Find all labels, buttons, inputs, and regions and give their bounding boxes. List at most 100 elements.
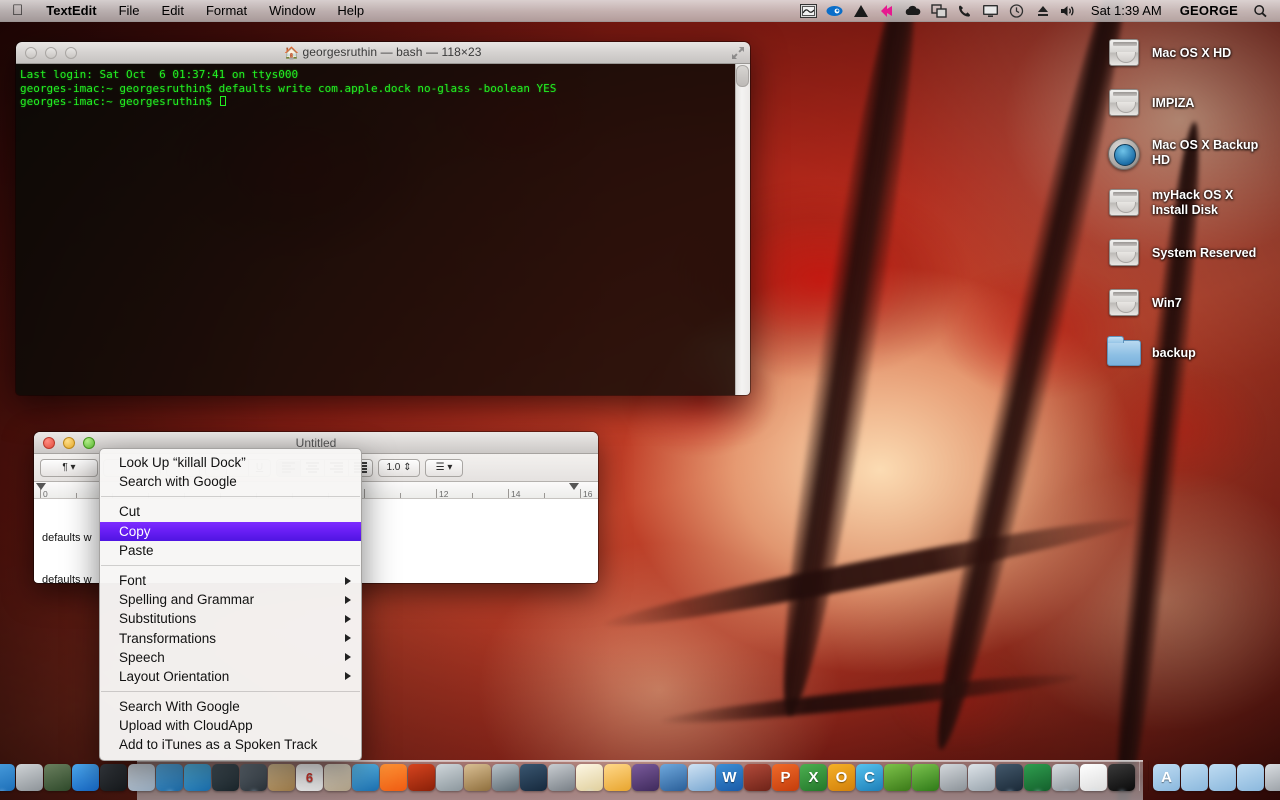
minimize-button[interactable] [45, 46, 57, 59]
menu-item-font[interactable]: Font [100, 571, 361, 590]
dock-item-calendar[interactable]: 6 [296, 764, 323, 791]
dock-item-downloads-folder[interactable] [1237, 764, 1264, 791]
terminal-window-controls[interactable] [16, 46, 77, 59]
menu-item-paste[interactable]: Paste [100, 541, 361, 560]
right-indent-marker[interactable] [569, 483, 579, 490]
dock-item-garageband[interactable] [464, 764, 491, 791]
dock-item-applications-folder[interactable]: A [1153, 764, 1180, 791]
terminal-scrollbar[interactable] [735, 64, 750, 395]
cloudapp-icon[interactable] [875, 0, 899, 22]
dock-item-textedit[interactable] [576, 764, 603, 791]
menu-window[interactable]: Window [258, 0, 326, 22]
dock-item-xtorrent[interactable] [940, 764, 967, 791]
dock-item-dashboard[interactable] [16, 764, 43, 791]
desktop-icon-impiza[interactable]: IMPIZA [1098, 78, 1274, 128]
dock-item-photo-booth[interactable] [212, 764, 239, 791]
dock-item-trash[interactable] [1265, 764, 1280, 791]
dock-item-text-document[interactable] [1080, 764, 1107, 791]
dock-item-preview[interactable] [128, 764, 155, 791]
menu-bar-user[interactable]: GEORGE [1172, 0, 1246, 22]
skype-phone-icon[interactable] [953, 0, 977, 22]
dropbox-icon[interactable] [823, 0, 847, 22]
menu-item-copy[interactable]: Copy [100, 521, 361, 541]
dock[interactable]: 6 W PXOC A [0, 760, 1280, 800]
desktop[interactable]: Mac OS X HD IMPIZA Mac OS X Backup HD my… [0, 0, 1280, 800]
menu-item-upload-with-cloudapp[interactable]: Upload with CloudApp [100, 716, 361, 735]
dock-item-microsoft-powerpoint[interactable]: P [772, 764, 799, 791]
dock-item-safari-compass[interactable] [100, 764, 127, 791]
dock-items[interactable]: 6 W PXOC A [0, 760, 1280, 800]
menu-item-add-to-itunes-spoken-track[interactable]: Add to iTunes as a Spoken Track [100, 735, 361, 754]
time-machine-icon[interactable] [1005, 0, 1029, 22]
dock-item-istat[interactable] [520, 764, 547, 791]
dock-item-stickies[interactable] [604, 764, 631, 791]
apple-logo-icon[interactable]:  [0, 2, 35, 20]
dock-item-microsoft-excel[interactable]: X [800, 764, 827, 791]
dock-item-utorrent[interactable] [912, 764, 939, 791]
dock-item-microsoft-entourage[interactable] [744, 764, 771, 791]
menu-item-transformations[interactable]: Transformations [100, 629, 361, 648]
menu-item-search-with-google-service[interactable]: Search With Google [100, 697, 361, 716]
dock-item-wineskin[interactable] [632, 764, 659, 791]
terminal-titlebar[interactable]: 🏠 georgesruthin — bash — 118×23 [16, 42, 750, 64]
dock-item-system-preferences[interactable] [548, 764, 575, 791]
context-menu[interactable]: Look Up “killall Dock” Search with Googl… [99, 448, 362, 761]
display-icon[interactable] [979, 0, 1003, 22]
dock-item-iphoto[interactable] [324, 764, 351, 791]
paragraph-style-button[interactable]: ¶ ▾ [40, 458, 98, 477]
menu-item-search-with-google[interactable]: Search with Google [100, 472, 361, 491]
dock-item-app-store[interactable] [72, 764, 99, 791]
dock-item-itunes[interactable] [352, 764, 379, 791]
dock-item-soundcloud[interactable] [380, 764, 407, 791]
menu-edit[interactable]: Edit [151, 0, 195, 22]
dock-item-finder[interactable] [0, 764, 15, 791]
desktop-icon-system-reserved[interactable]: System Reserved [1098, 228, 1274, 278]
close-button[interactable] [25, 46, 37, 59]
dock-item-imovie[interactable] [240, 764, 267, 791]
menu-bar-status-area[interactable]: Sat 1:39 AM GEORGE [797, 0, 1280, 22]
fullscreen-icon[interactable] [730, 45, 746, 61]
menu-format[interactable]: Format [195, 0, 258, 22]
terminal-output[interactable]: Last login: Sat Oct 6 01:37:41 on ttys00… [16, 64, 750, 395]
desktop-icon-win7[interactable]: Win7 [1098, 278, 1274, 328]
menu-item-look-up[interactable]: Look Up “killall Dock” [100, 453, 361, 472]
eject-icon[interactable] [1031, 0, 1055, 22]
dock-item-utilities-folder[interactable] [1181, 764, 1208, 791]
dock-item-safari[interactable] [156, 764, 183, 791]
dock-item-mission-control[interactable] [44, 764, 71, 791]
dock-item-keynote-chart[interactable] [660, 764, 687, 791]
dock-item-windows-app[interactable] [688, 764, 715, 791]
spotlight-search-icon[interactable] [1248, 0, 1272, 22]
dock-item-time-machine[interactable] [492, 764, 519, 791]
menu-bar-left[interactable]:  TextEdit File Edit Format Window Help [0, 0, 375, 22]
dock-item-vlc[interactable] [408, 764, 435, 791]
menu-item-cut[interactable]: Cut [100, 502, 361, 521]
dock-item-photos[interactable] [436, 764, 463, 791]
terminal-window[interactable]: 🏠 georgesruthin — bash — 118×23 Last logi… [16, 42, 750, 395]
menu-item-speech[interactable]: Speech [100, 648, 361, 667]
dock-item-poker[interactable] [1024, 764, 1051, 791]
menu-help[interactable]: Help [326, 0, 375, 22]
screen-share-icon[interactable] [927, 0, 951, 22]
dock-item-utilities-tools[interactable] [1052, 764, 1079, 791]
desktop-icon-myhack-os-x-install-disk[interactable]: myHack OS X Install Disk [1098, 178, 1274, 228]
istat-graph-icon[interactable] [797, 0, 821, 22]
scrollbar-thumb[interactable] [736, 65, 749, 87]
dock-item-contacts[interactable] [268, 764, 295, 791]
cloud-icon[interactable] [901, 0, 925, 22]
menu-bar-clock[interactable]: Sat 1:39 AM [1083, 0, 1170, 22]
dock-item-steam[interactable] [996, 764, 1023, 791]
dock-item-documents-folder[interactable] [1209, 764, 1236, 791]
menu-textedit[interactable]: TextEdit [35, 0, 107, 22]
dock-item-airplane-app[interactable] [968, 764, 995, 791]
dock-item-microsoft-communicator[interactable] [884, 764, 911, 791]
left-indent-marker[interactable] [36, 483, 46, 490]
desktop-icon-mac-os-x-backup-hd[interactable]: Mac OS X Backup HD [1098, 128, 1274, 178]
menu-file[interactable]: File [108, 0, 151, 22]
desktop-icon-mac-os-x-hd[interactable]: Mac OS X HD [1098, 28, 1274, 78]
menu-item-layout-orientation[interactable]: Layout Orientation [100, 667, 361, 686]
list-button[interactable]: ☰ ▾ [425, 458, 463, 477]
line-spacing-button[interactable]: 1.0 ⇕ [378, 458, 420, 477]
menu-item-substitutions[interactable]: Substitutions [100, 609, 361, 628]
zoom-button[interactable] [65, 46, 77, 59]
